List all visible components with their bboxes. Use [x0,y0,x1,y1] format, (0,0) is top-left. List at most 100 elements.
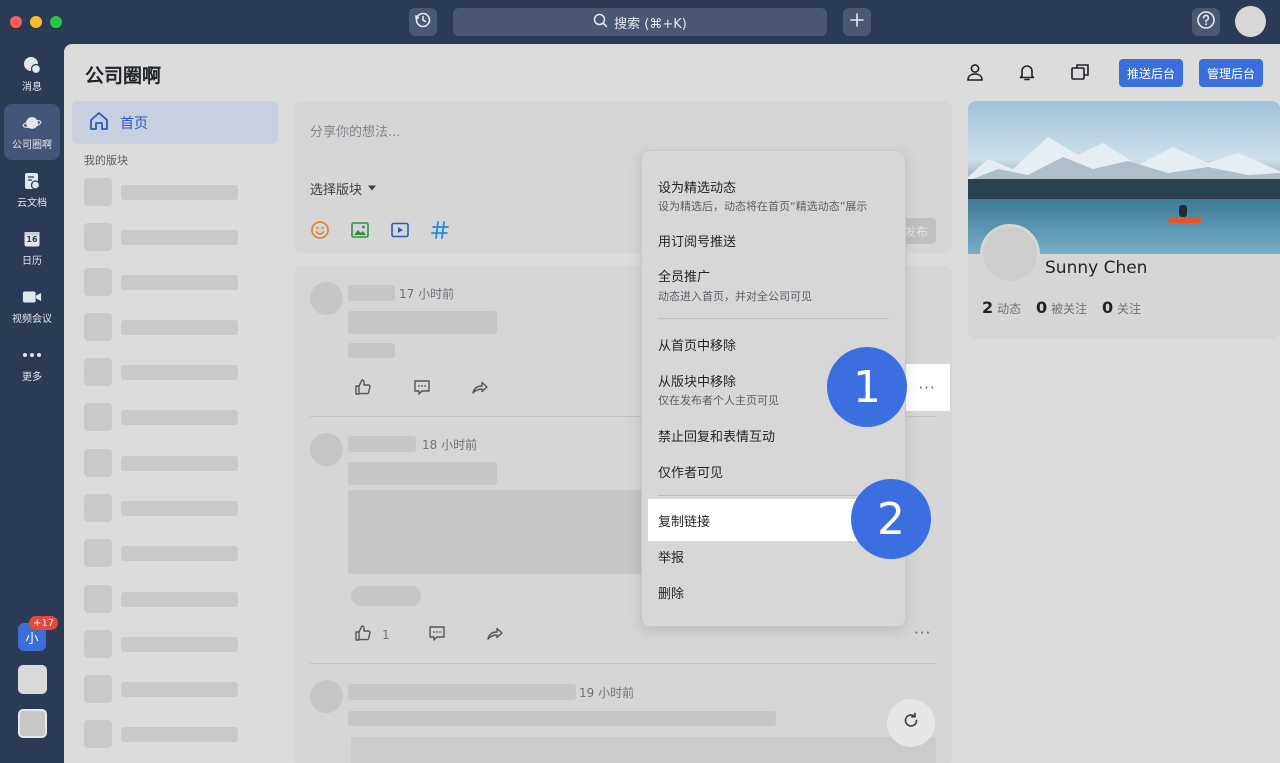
search-label: 搜索 (⌘+K) [614,16,687,32]
share-button[interactable] [486,626,504,644]
sidebar-item-placeholder[interactable] [84,539,244,567]
sidebar-item-placeholder[interactable] [84,449,244,477]
minimize-window-button[interactable] [30,16,42,28]
planet-icon [22,113,42,133]
history-button[interactable] [409,8,437,36]
menu-item-delete[interactable]: 删除 [658,583,684,602]
emoji-button[interactable] [310,221,330,242]
post-more-button[interactable]: ··· [914,624,931,642]
notifications-button[interactable] [1015,62,1039,86]
push-admin-button[interactable]: 推送后台 [1119,59,1184,87]
post-content [348,462,497,485]
manage-admin-button[interactable]: 管理后台 [1199,59,1264,87]
window-icon [1070,62,1090,86]
profile-card: Sunny Chen 2 动态 0 被关注 0 关注 [968,101,1280,339]
rail-item-more[interactable]: 更多 [4,336,60,392]
sidebar-item-placeholder[interactable] [84,494,244,522]
sidebar-item-placeholder[interactable] [84,313,244,341]
menu-item-desc: 设为精选后，动态将在首页“精选动态”展示 [658,200,868,213]
sidebar-item-placeholder[interactable] [84,358,244,386]
image-button[interactable] [350,222,370,242]
close-window-button[interactable] [10,16,22,28]
step-1-annotation: 1 [827,347,907,427]
topic-button[interactable] [430,221,450,242]
post-tag[interactable] [351,586,421,606]
menu-item-promote-all[interactable]: 全员推广 [658,266,710,285]
refresh-button[interactable] [887,699,935,747]
post-author[interactable] [348,436,416,452]
post-avatar[interactable] [310,282,343,315]
global-search-box[interactable]: 搜索 (⌘+K) [453,8,827,36]
comment-button[interactable] [428,626,446,644]
post-divider [310,663,936,664]
rail-item-messages[interactable]: 消息 [4,46,60,102]
switch-window-button[interactable] [1068,62,1092,86]
add-button[interactable] [843,8,871,36]
sidebar-item-placeholder[interactable] [84,675,244,703]
post-time: 17 小时前 [399,287,455,301]
profile-button[interactable] [963,62,987,86]
sidebar-item-placeholder[interactable] [84,178,244,206]
rail-item-moments[interactable]: 公司圈啊 [4,104,60,160]
more-icon [22,345,42,365]
sidebar-item-home[interactable]: 首页 [72,101,278,144]
block-select-dropdown[interactable]: 选择版块 [310,179,377,198]
sidebar-item-placeholder[interactable] [84,223,244,251]
share-icon [486,624,504,646]
video-button[interactable] [390,222,410,242]
sidebar-item-placeholder[interactable] [84,630,244,658]
post-avatar[interactable] [310,433,343,466]
composer-input[interactable]: 分享你的想法... [310,121,400,140]
home-icon [88,110,110,136]
sidebar-item-placeholder[interactable] [84,403,244,431]
posts-stat[interactable]: 2 动态 [982,298,1021,317]
page-title: 公司圈啊 [85,65,162,87]
profile-name[interactable]: Sunny Chen [1045,258,1147,278]
message-icon [22,55,42,75]
menu-divider [658,318,889,319]
rail-item-calendar[interactable]: 16 日历 [4,220,60,276]
menu-item-copy-link[interactable]: 复制链接 [658,511,710,530]
menu-item-desc: 仅在发布者个人主页可见 [658,394,779,407]
help-button[interactable] [1192,8,1220,36]
menu-item-push-subscription[interactable]: 用订阅号推送 [658,231,736,250]
menu-item-report[interactable]: 举报 [658,547,684,566]
workspace-button[interactable] [18,665,47,694]
followers-stat[interactable]: 0 被关注 [1036,298,1087,317]
my-blocks-heading: 我的版块 [84,154,128,167]
person-icon [965,62,985,86]
like-button[interactable] [354,378,372,400]
menu-item-remove-block[interactable]: 从版块中移除 [658,371,736,390]
comment-button[interactable] [413,380,431,398]
sidebar-item-placeholder[interactable] [84,585,244,613]
image-icon [350,220,370,244]
user-avatar[interactable] [1235,6,1266,37]
like-button[interactable] [354,624,372,646]
zoom-window-button[interactable] [50,16,62,28]
menu-item-author-only[interactable]: 仅作者可见 [658,462,723,481]
post-author[interactable] [348,285,395,301]
step-2-annotation: 2 [851,479,931,559]
help-icon [1196,10,1216,34]
post-author[interactable] [348,684,576,700]
profile-avatar[interactable] [980,224,1040,284]
sidebar-item-placeholder[interactable] [84,720,244,748]
menu-item-remove-home[interactable]: 从首页中移除 [658,335,736,354]
post-avatar[interactable] [310,680,343,713]
post-image[interactable] [348,490,644,574]
sidebar-item-placeholder[interactable] [84,268,244,296]
thumbs-up-icon [354,378,372,400]
rail-item-video[interactable]: 视频会议 [4,278,60,334]
document-icon [22,171,42,191]
menu-item-set-featured[interactable]: 设为精选动态 [658,177,736,196]
share-button[interactable] [471,380,489,398]
following-stat[interactable]: 0 关注 [1102,298,1141,317]
menu-item-disable-replies[interactable]: 禁止回复和表情互动 [658,426,775,445]
comment-icon [413,378,431,400]
thumbs-up-icon [354,624,372,646]
post-more-button[interactable]: ··· [904,364,950,411]
posts-label: 动态 [997,302,1022,316]
rail-item-docs[interactable]: 云文档 [4,162,60,218]
plus-icon [849,12,865,32]
workspace-button-current[interactable] [18,709,47,738]
